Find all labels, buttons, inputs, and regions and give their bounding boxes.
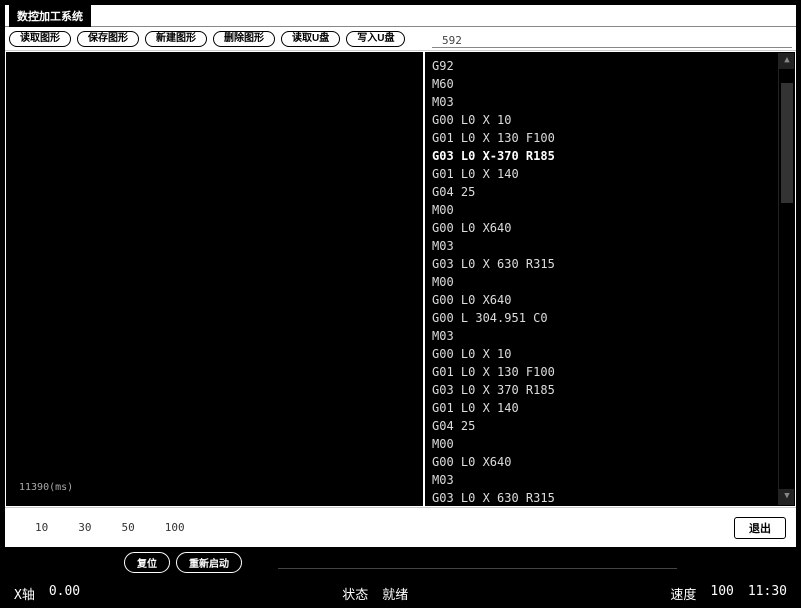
gcode-line[interactable]: G03 L0 X-370 R185	[432, 147, 788, 165]
content-area: 11390(ms) ▲ ▼ G92M60M03G00 L0 X 10G01 L0…	[5, 51, 796, 507]
scroll-thumb[interactable]	[781, 83, 793, 203]
footer-status-value: 就绪	[382, 584, 408, 603]
gcode-line[interactable]: G00 L0 X 10	[432, 345, 788, 363]
scrollbar: ▲ ▼	[778, 53, 794, 505]
footer-mid: 状态 就绪	[342, 584, 408, 603]
gcode-line[interactable]: G00 L0 X640	[432, 453, 788, 471]
gcode-line[interactable]: M03	[432, 93, 788, 111]
footer-axis-value: 0.00	[49, 584, 80, 603]
gcode-line[interactable]: M60	[432, 75, 788, 93]
gcode-line[interactable]: M00	[432, 435, 788, 453]
read-graphic-button[interactable]: 读取图形	[9, 31, 71, 47]
footer-left: X轴 0.00	[14, 584, 80, 603]
restart-pill[interactable]: 重新启动	[176, 552, 242, 573]
footer-speed-label: 速度	[670, 584, 696, 603]
footer-speed-value: 100	[710, 584, 733, 603]
bottom-bar: 10 30 50 100 退出	[5, 507, 796, 547]
gcode-line[interactable]: M03	[432, 237, 788, 255]
gcode-line[interactable]: G01 L0 X 130 F100	[432, 129, 788, 147]
gcode-line[interactable]: G00 L0 X640	[432, 291, 788, 309]
reset-pill[interactable]: 复位	[124, 552, 170, 573]
gcode-line[interactable]: G01 L0 X 140	[432, 399, 788, 417]
gcode-line[interactable]: G00 L0 X640	[432, 219, 788, 237]
gcode-line[interactable]: M00	[432, 201, 788, 219]
footer-bar: X轴 0.00 状态 就绪 速度 100 11:30	[0, 578, 801, 608]
title-tab: 数控加工系统	[9, 5, 91, 27]
bottom-value-4: 100	[165, 521, 185, 534]
preview-panel: 11390(ms)	[6, 52, 423, 506]
gcode-line[interactable]: G03 L0 X 630 R315	[432, 489, 788, 506]
toolbar-right-field: 592	[432, 30, 792, 48]
gcode-line[interactable]: G03 L0 X 370 R185	[432, 381, 788, 399]
toolbar: 读取图形 保存图形 新建图形 删除图形 读取U盘 写入U盘 592	[5, 27, 796, 51]
status-field	[278, 555, 677, 569]
preview-timing-label: 11390(ms)	[19, 482, 73, 493]
scroll-down-button[interactable]: ▼	[779, 489, 795, 505]
gcode-panel: ▲ ▼ G92M60M03G00 L0 X 10G01 L0 X 130 F10…	[425, 52, 795, 506]
gcode-line[interactable]: G03 L0 X 630 R315	[432, 255, 788, 273]
gcode-line[interactable]: G04 25	[432, 417, 788, 435]
bottom-value-3: 50	[122, 521, 135, 534]
footer-time: 11:30	[748, 584, 787, 603]
footer-axis-label: X轴	[14, 584, 35, 603]
gcode-line[interactable]: G00 L0 X 10	[432, 111, 788, 129]
bottom-value-2: 30	[78, 521, 91, 534]
save-graphic-button[interactable]: 保存图形	[77, 31, 139, 47]
footer-right: 速度 100 11:30	[670, 584, 787, 603]
gcode-line[interactable]: M03	[432, 471, 788, 489]
bottom-values: 10 30 50 100	[35, 521, 185, 534]
delete-graphic-button[interactable]: 删除图形	[213, 31, 275, 47]
gcode-line[interactable]: G01 L0 X 130 F100	[432, 363, 788, 381]
main-window: 数控加工系统 读取图形 保存图形 新建图形 删除图形 读取U盘 写入U盘 592…	[4, 4, 797, 548]
gcode-line[interactable]: G04 25	[432, 183, 788, 201]
read-usb-button[interactable]: 读取U盘	[281, 31, 340, 47]
gcode-line[interactable]: M00	[432, 273, 788, 291]
gcode-line[interactable]: G00 L 304.951 C0	[432, 309, 788, 327]
new-graphic-button[interactable]: 新建图形	[145, 31, 207, 47]
title-bar: 数控加工系统	[5, 5, 796, 27]
gcode-line[interactable]: G01 L0 X 140	[432, 165, 788, 183]
gcode-line[interactable]: G92	[432, 57, 788, 75]
footer-status-label: 状态	[342, 584, 368, 603]
exit-button[interactable]: 退出	[734, 517, 786, 539]
status-overlay: 复位 重新启动	[4, 552, 797, 572]
gcode-line[interactable]: M03	[432, 327, 788, 345]
write-usb-button[interactable]: 写入U盘	[346, 31, 405, 47]
bottom-value-1: 10	[35, 521, 48, 534]
scroll-up-button[interactable]: ▲	[779, 53, 795, 69]
